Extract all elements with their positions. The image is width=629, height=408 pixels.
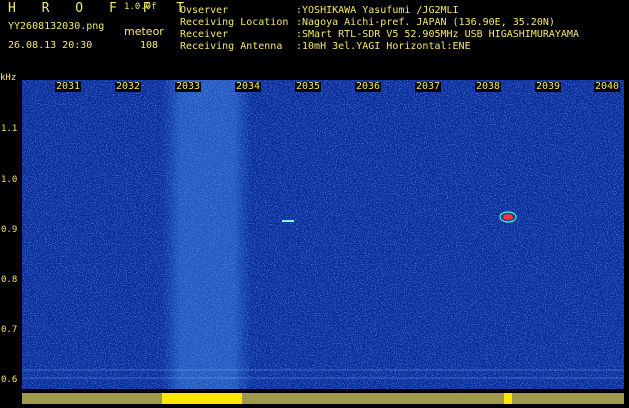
observer-label: Ovserver <box>180 5 229 16</box>
y-tick-0-7: 0.7 <box>1 325 18 335</box>
x-tick-2034: 2034 <box>235 81 262 92</box>
receiver-value: :SMart RTL-SDR V5 52.905MHz USB HIGASHIM… <box>296 29 579 40</box>
y-tick-1-1: 1.1 <box>1 124 18 134</box>
timestamp: 26.08.13 20:30 <box>8 40 93 51</box>
antenna-label: Receiving Antenna <box>180 41 283 52</box>
app-version: 1.0.0f <box>124 2 157 12</box>
noise-layer-fine <box>22 80 624 389</box>
y-axis: 1.1 1.0 0.9 0.8 0.7 0.6 <box>0 80 22 400</box>
x-tick-2031: 2031 <box>55 81 82 92</box>
x-tick-2037: 2037 <box>415 81 442 92</box>
right-border <box>624 80 629 400</box>
spectrogram <box>22 80 624 389</box>
x-tick-2032: 2032 <box>115 81 142 92</box>
meteor-count: 108 <box>140 40 159 51</box>
spectrogram-canvas <box>22 80 624 389</box>
x-tick-2035: 2035 <box>295 81 322 92</box>
y-axis-unit: kHz <box>0 73 17 83</box>
location-label: Receiving Location <box>180 17 289 28</box>
location-value: :Nagoya Aichi-pref. JAPAN (136.90E, 35.2… <box>296 17 555 28</box>
mode-label: meteor <box>124 25 164 38</box>
x-tick-2039: 2039 <box>535 81 562 92</box>
y-tick-1-0: 1.0 <box>1 175 18 185</box>
x-tick-2036: 2036 <box>355 81 382 92</box>
x-tick-2033: 2033 <box>175 81 202 92</box>
file-name: YY2608132030.png <box>8 21 105 32</box>
broadband-noise-band <box>162 80 252 389</box>
y-tick-0-8: 0.8 <box>1 275 18 285</box>
header-panel: H R O F F T 1.0.0f YY2608132030.png 26.0… <box>0 0 629 80</box>
x-tick-2040: 2040 <box>594 81 621 92</box>
signal-strength-bar <box>22 389 624 404</box>
app-title: H R O F F T <box>8 1 194 16</box>
y-tick-0-6: 0.6 <box>1 375 18 385</box>
antenna-value: :10mH 3el.YAGI Horizontal:ENE <box>296 41 471 52</box>
observer-value: :YOSHIKAWA Yasufumi /JG2MLI <box>296 5 459 16</box>
y-tick-0-9: 0.9 <box>1 225 18 235</box>
receiver-label: Receiver <box>180 29 229 40</box>
x-tick-2038: 2038 <box>475 81 502 92</box>
signal-strength-canvas <box>22 393 624 404</box>
